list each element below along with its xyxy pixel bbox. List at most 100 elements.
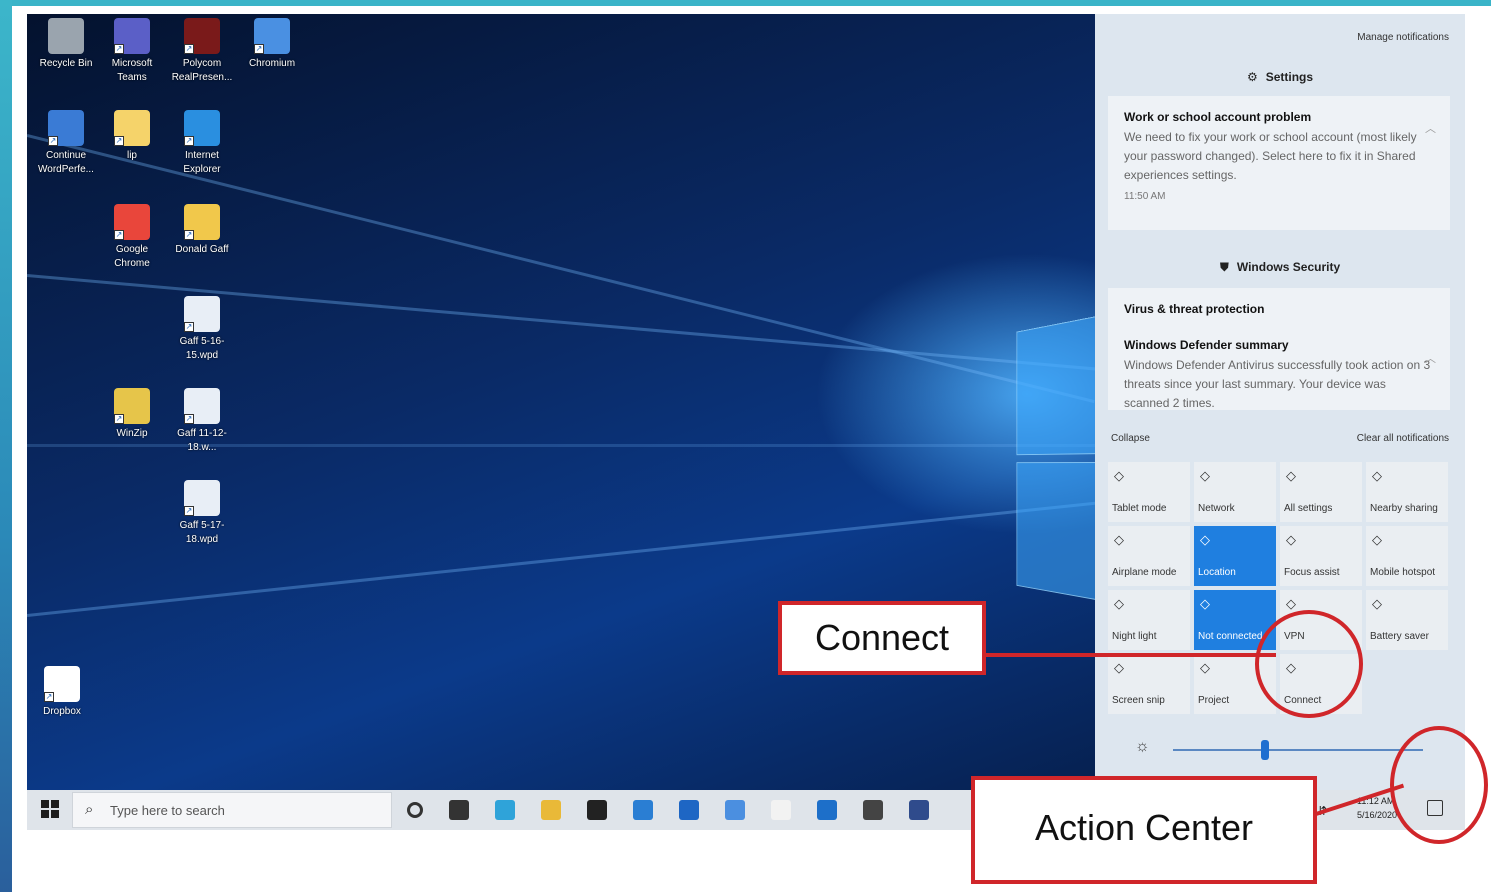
quick-action-tile[interactable]: ◇ All settings [1280, 462, 1362, 522]
connect-leader-line [986, 653, 1276, 657]
quick-action-tile[interactable]: ◇ Focus assist [1280, 526, 1362, 586]
clear-all-notifications-link[interactable]: Clear all notifications [1357, 433, 1449, 444]
quick-action-label: Nearby sharing [1370, 503, 1438, 514]
notification-virus-protection[interactable]: ︿ Virus & threat protection Windows Defe… [1108, 288, 1450, 410]
desktop-icon[interactable]: ↗ Microsoft Teams [97, 18, 167, 85]
desktop-icon[interactable]: Recycle Bin [31, 18, 101, 71]
settings-icon: ◇ [1286, 468, 1296, 483]
desktop-icon[interactable]: ↗ Internet Explorer [167, 110, 237, 177]
desktop-icon[interactable]: ↗ Dropbox [27, 666, 97, 719]
edge-icon[interactable] [495, 800, 515, 820]
recycle-bin-icon [48, 18, 84, 54]
desktop-icon[interactable]: ↗ Google Chrome [97, 204, 167, 271]
cortana-icon[interactable] [407, 802, 423, 818]
desktop-icon-label: WinZip [116, 428, 148, 439]
quick-action-label: Mobile hotspot [1370, 567, 1436, 578]
desktop-icon[interactable]: ↗ Donald Gaff [167, 204, 237, 257]
brightness-slider-thumb[interactable] [1260, 740, 1269, 760]
sun-icon: ☼ [1135, 738, 1150, 755]
notification-body: Windows Defender Antivirus successfully … [1124, 358, 1431, 410]
desktop-icon-label: Google Chrome [114, 244, 150, 269]
chevron-up-icon[interactable]: ︿ [1425, 350, 1436, 366]
connect-callout: Connect [778, 601, 986, 675]
desktop-icon-label: Gaff 5-16-15.wpd [179, 336, 225, 361]
chrome-icon: ↗ [114, 204, 150, 240]
shield-icon: ⛊ [1219, 260, 1229, 274]
internet-explorer-icon: ↗ [184, 110, 220, 146]
quick-action-tile[interactable]: ◇ Mobile hotspot [1366, 526, 1448, 586]
chevron-up-icon[interactable]: ︿ [1425, 120, 1436, 136]
quick-action-tile[interactable]: ◇ Nearby sharing [1366, 462, 1448, 522]
notification-title: Work or school account problem [1124, 110, 1312, 124]
wpd-file-icon: ↗ [184, 480, 220, 516]
notification-time: 11:50 AM [1124, 191, 1166, 202]
quick-action-tile[interactable]: ◇ Network [1194, 462, 1276, 522]
mail-icon[interactable] [633, 800, 653, 820]
quick-action-label: Project [1198, 695, 1230, 706]
settings-group-header[interactable]: ⚙ Settings [1095, 70, 1465, 84]
wpd-file-icon: ↗ [184, 388, 220, 424]
quick-action-tile[interactable]: ◇ Night light [1108, 590, 1190, 650]
desktop-icon[interactable]: ↗ WinZip [97, 388, 167, 441]
shortcut-arrow-icon: ↗ [114, 414, 124, 424]
quick-action-tile[interactable]: ◇ Tablet mode [1108, 462, 1190, 522]
wpd-file-icon: ↗ [184, 296, 220, 332]
desktop-icon-label: Polycom RealPresen... [171, 58, 233, 83]
folder-icon: ↗ [184, 204, 220, 240]
file-explorer-icon[interactable] [541, 800, 561, 820]
start-button[interactable] [41, 800, 59, 818]
desktop-icon[interactable]: ↗ Gaff 11-12-18.w... [167, 388, 237, 455]
shortcut-arrow-icon: ↗ [184, 230, 194, 240]
desktop-icon-label: lip [126, 150, 137, 161]
photos-icon[interactable] [817, 800, 837, 820]
bluetooth-icon: ◇ [1200, 596, 1210, 611]
document-icon[interactable] [771, 800, 791, 820]
desktop-icon-label: Chromium [248, 58, 296, 69]
folder-icon: ↗ [114, 110, 150, 146]
quick-action-label: Network [1198, 503, 1235, 514]
task-view-icon[interactable] [449, 800, 469, 820]
store-icon[interactable] [587, 800, 607, 820]
security-group-header[interactable]: ⛊ Windows Security [1095, 260, 1465, 275]
shortcut-arrow-icon: ↗ [114, 44, 124, 54]
chromium-taskbar-icon[interactable] [909, 800, 929, 820]
quick-action-tile[interactable]: ◇ Location [1194, 526, 1276, 586]
desktop-icon[interactable]: ↗ Gaff 5-17-18.wpd [167, 480, 237, 547]
manage-notifications-link[interactable]: Manage notifications [1357, 32, 1449, 43]
desktop-icon[interactable]: ↗ Polycom RealPresen... [167, 18, 237, 85]
desktop-icon-label: Internet Explorer [183, 150, 221, 175]
slide-top-border [0, 0, 1491, 6]
search-icon: ⌕ [85, 801, 94, 818]
quick-action-tile[interactable]: ◇ Battery saver [1366, 590, 1448, 650]
clock-date[interactable]: 5/16/2020 [1357, 810, 1397, 820]
outlook-icon[interactable] [679, 800, 699, 820]
quick-action-label: All settings [1284, 503, 1333, 514]
desktop-icon-label: Continue WordPerfe... [38, 150, 94, 175]
brightness-slider-track[interactable] [1173, 749, 1423, 751]
collapse-link[interactable]: Collapse [1111, 433, 1150, 444]
desktop-icon[interactable]: ↗ Gaff 5-16-15.wpd [167, 296, 237, 363]
gear-icon: ⚙ [1246, 70, 1258, 84]
teams-taskbar-icon[interactable] [725, 800, 745, 820]
settings-header-label: Settings [1265, 70, 1314, 84]
notification-account-problem[interactable]: ︿ Work or school account problem We need… [1108, 96, 1450, 230]
network-icon: ◇ [1200, 468, 1210, 483]
desktop-icon-label: Dropbox [43, 706, 81, 717]
desktop-icon[interactable]: ↗ Continue WordPerfe... [31, 110, 101, 177]
desktop-icon-label: Donald Gaff [175, 244, 229, 255]
screenshot: Recycle Bin ↗ Microsoft Teams ↗ Polycom Real… [27, 14, 1465, 830]
quick-action-tile[interactable]: ◇ Screen snip [1108, 654, 1190, 714]
calculator-icon[interactable] [863, 800, 883, 820]
quick-action-label: Focus assist [1284, 567, 1340, 578]
shortcut-arrow-icon: ↗ [44, 692, 54, 702]
desktop-icon-label: Gaff 11-12-18.w... [177, 428, 227, 453]
teams-icon: ↗ [114, 18, 150, 54]
desktop-icon[interactable]: ↗ lip [97, 110, 167, 163]
taskbar-search-box[interactable]: ⌕ Type here to search [72, 792, 392, 828]
desktop-icon[interactable]: ↗ Chromium [237, 18, 307, 71]
quick-action-tile[interactable]: ◇ Airplane mode [1108, 526, 1190, 586]
shortcut-arrow-icon: ↗ [48, 136, 58, 146]
share-icon: ◇ [1372, 468, 1382, 483]
shortcut-arrow-icon: ↗ [184, 44, 194, 54]
shortcut-arrow-icon: ↗ [114, 136, 124, 146]
